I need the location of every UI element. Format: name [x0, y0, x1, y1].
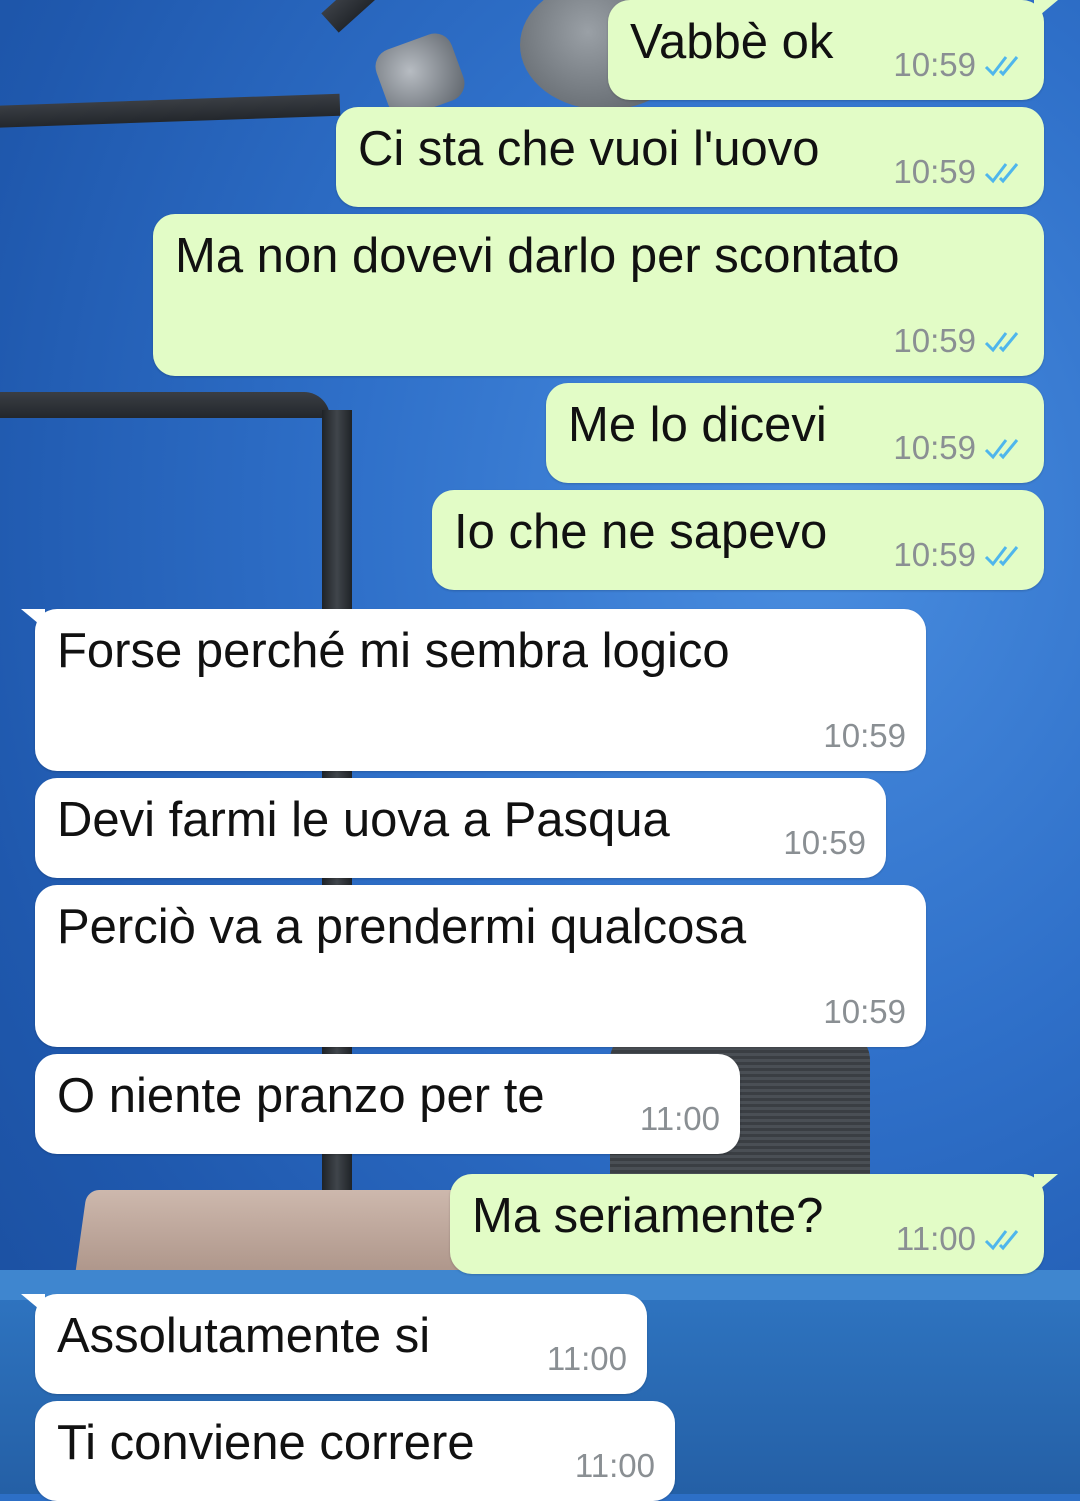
- message-time: 11:00: [639, 1100, 720, 1137]
- message-time: 10:59: [893, 429, 976, 466]
- message-time: 10:59: [823, 717, 906, 754]
- message-meta: 10:59: [893, 429, 1024, 467]
- bubble-tail: [21, 609, 45, 629]
- read-double-check-icon: [984, 163, 1019, 184]
- message-meta: 10:59: [893, 153, 1024, 191]
- message-incoming[interactable]: O niente pranzo per te 11:00: [35, 1054, 740, 1154]
- message-incoming[interactable]: Assolutamente si 11:00: [21, 1294, 647, 1394]
- bubble-tail: [21, 1294, 45, 1314]
- message-text: Vabbè ok: [630, 15, 834, 69]
- message-meta: 10:59: [893, 322, 1024, 360]
- message-outgoing[interactable]: Ma seriamente? 11:00: [450, 1174, 1058, 1274]
- read-double-check-icon: [984, 56, 1019, 77]
- message-text: Ti conviene correre: [57, 1416, 475, 1470]
- message-incoming[interactable]: Perciò va a prendermi qualcosa 10:59: [35, 885, 926, 1047]
- message-time: 11:00: [546, 1340, 627, 1377]
- message-text: O niente pranzo per te: [57, 1069, 545, 1123]
- message-text: Devi farmi le uova a Pasqua: [57, 793, 670, 847]
- message-text: Assolutamente si: [57, 1309, 431, 1363]
- read-double-check-icon: [984, 1230, 1019, 1251]
- message-time: 10:59: [893, 153, 976, 190]
- message-meta: 10:59: [823, 717, 906, 755]
- read-double-check-icon: [984, 439, 1019, 460]
- message-outgoing[interactable]: Vabbè ok 10:59: [608, 0, 1058, 100]
- message-time: 11:00: [574, 1447, 655, 1484]
- message-meta: 11:00: [575, 1447, 655, 1485]
- message-time: 10:59: [783, 824, 866, 861]
- message-meta: 10:59: [893, 46, 1024, 84]
- message-outgoing[interactable]: Io che ne sapevo 10:59: [432, 490, 1044, 590]
- message-meta: 11:00: [640, 1100, 720, 1138]
- message-meta: 10:59: [783, 824, 866, 862]
- message-text: Perciò va a prendermi qualcosa: [57, 900, 747, 954]
- chat-thread[interactable]: Vabbè ok 10:59 Ci sta che vuoi l'uovo 10…: [0, 0, 1080, 1501]
- message-meta: 10:59: [893, 536, 1024, 574]
- message-incoming[interactable]: Devi farmi le uova a Pasqua 10:59: [35, 778, 886, 878]
- message-time: 10:59: [893, 322, 976, 359]
- message-time: 10:59: [893, 46, 976, 83]
- message-text: Ma seriamente?: [472, 1189, 824, 1243]
- message-meta: 11:00: [547, 1340, 627, 1378]
- message-text: Forse perché mi sembra logico: [57, 624, 730, 678]
- message-time: 10:59: [823, 993, 906, 1030]
- message-meta: 10:59: [823, 993, 906, 1031]
- message-outgoing[interactable]: Me lo dicevi 10:59: [546, 383, 1044, 483]
- message-outgoing[interactable]: Ma non dovevi darlo per scontato 10:59: [153, 214, 1044, 376]
- read-double-check-icon: [984, 332, 1019, 353]
- message-outgoing[interactable]: Ci sta che vuoi l'uovo 10:59: [336, 107, 1044, 207]
- bubble-tail: [1034, 0, 1058, 20]
- message-text: Me lo dicevi: [568, 398, 827, 452]
- read-double-check-icon: [984, 546, 1019, 567]
- bubble-tail: [1034, 1174, 1058, 1194]
- message-meta: 11:00: [896, 1220, 1024, 1258]
- message-incoming[interactable]: Ti conviene correre 11:00: [35, 1401, 675, 1501]
- message-text: Ma non dovevi darlo per scontato: [175, 229, 900, 283]
- message-text: Io che ne sapevo: [454, 505, 828, 559]
- message-time: 10:59: [893, 536, 976, 573]
- message-time: 11:00: [895, 1220, 976, 1257]
- message-incoming[interactable]: Forse perché mi sembra logico 10:59: [21, 609, 926, 771]
- message-text: Ci sta che vuoi l'uovo: [358, 122, 820, 176]
